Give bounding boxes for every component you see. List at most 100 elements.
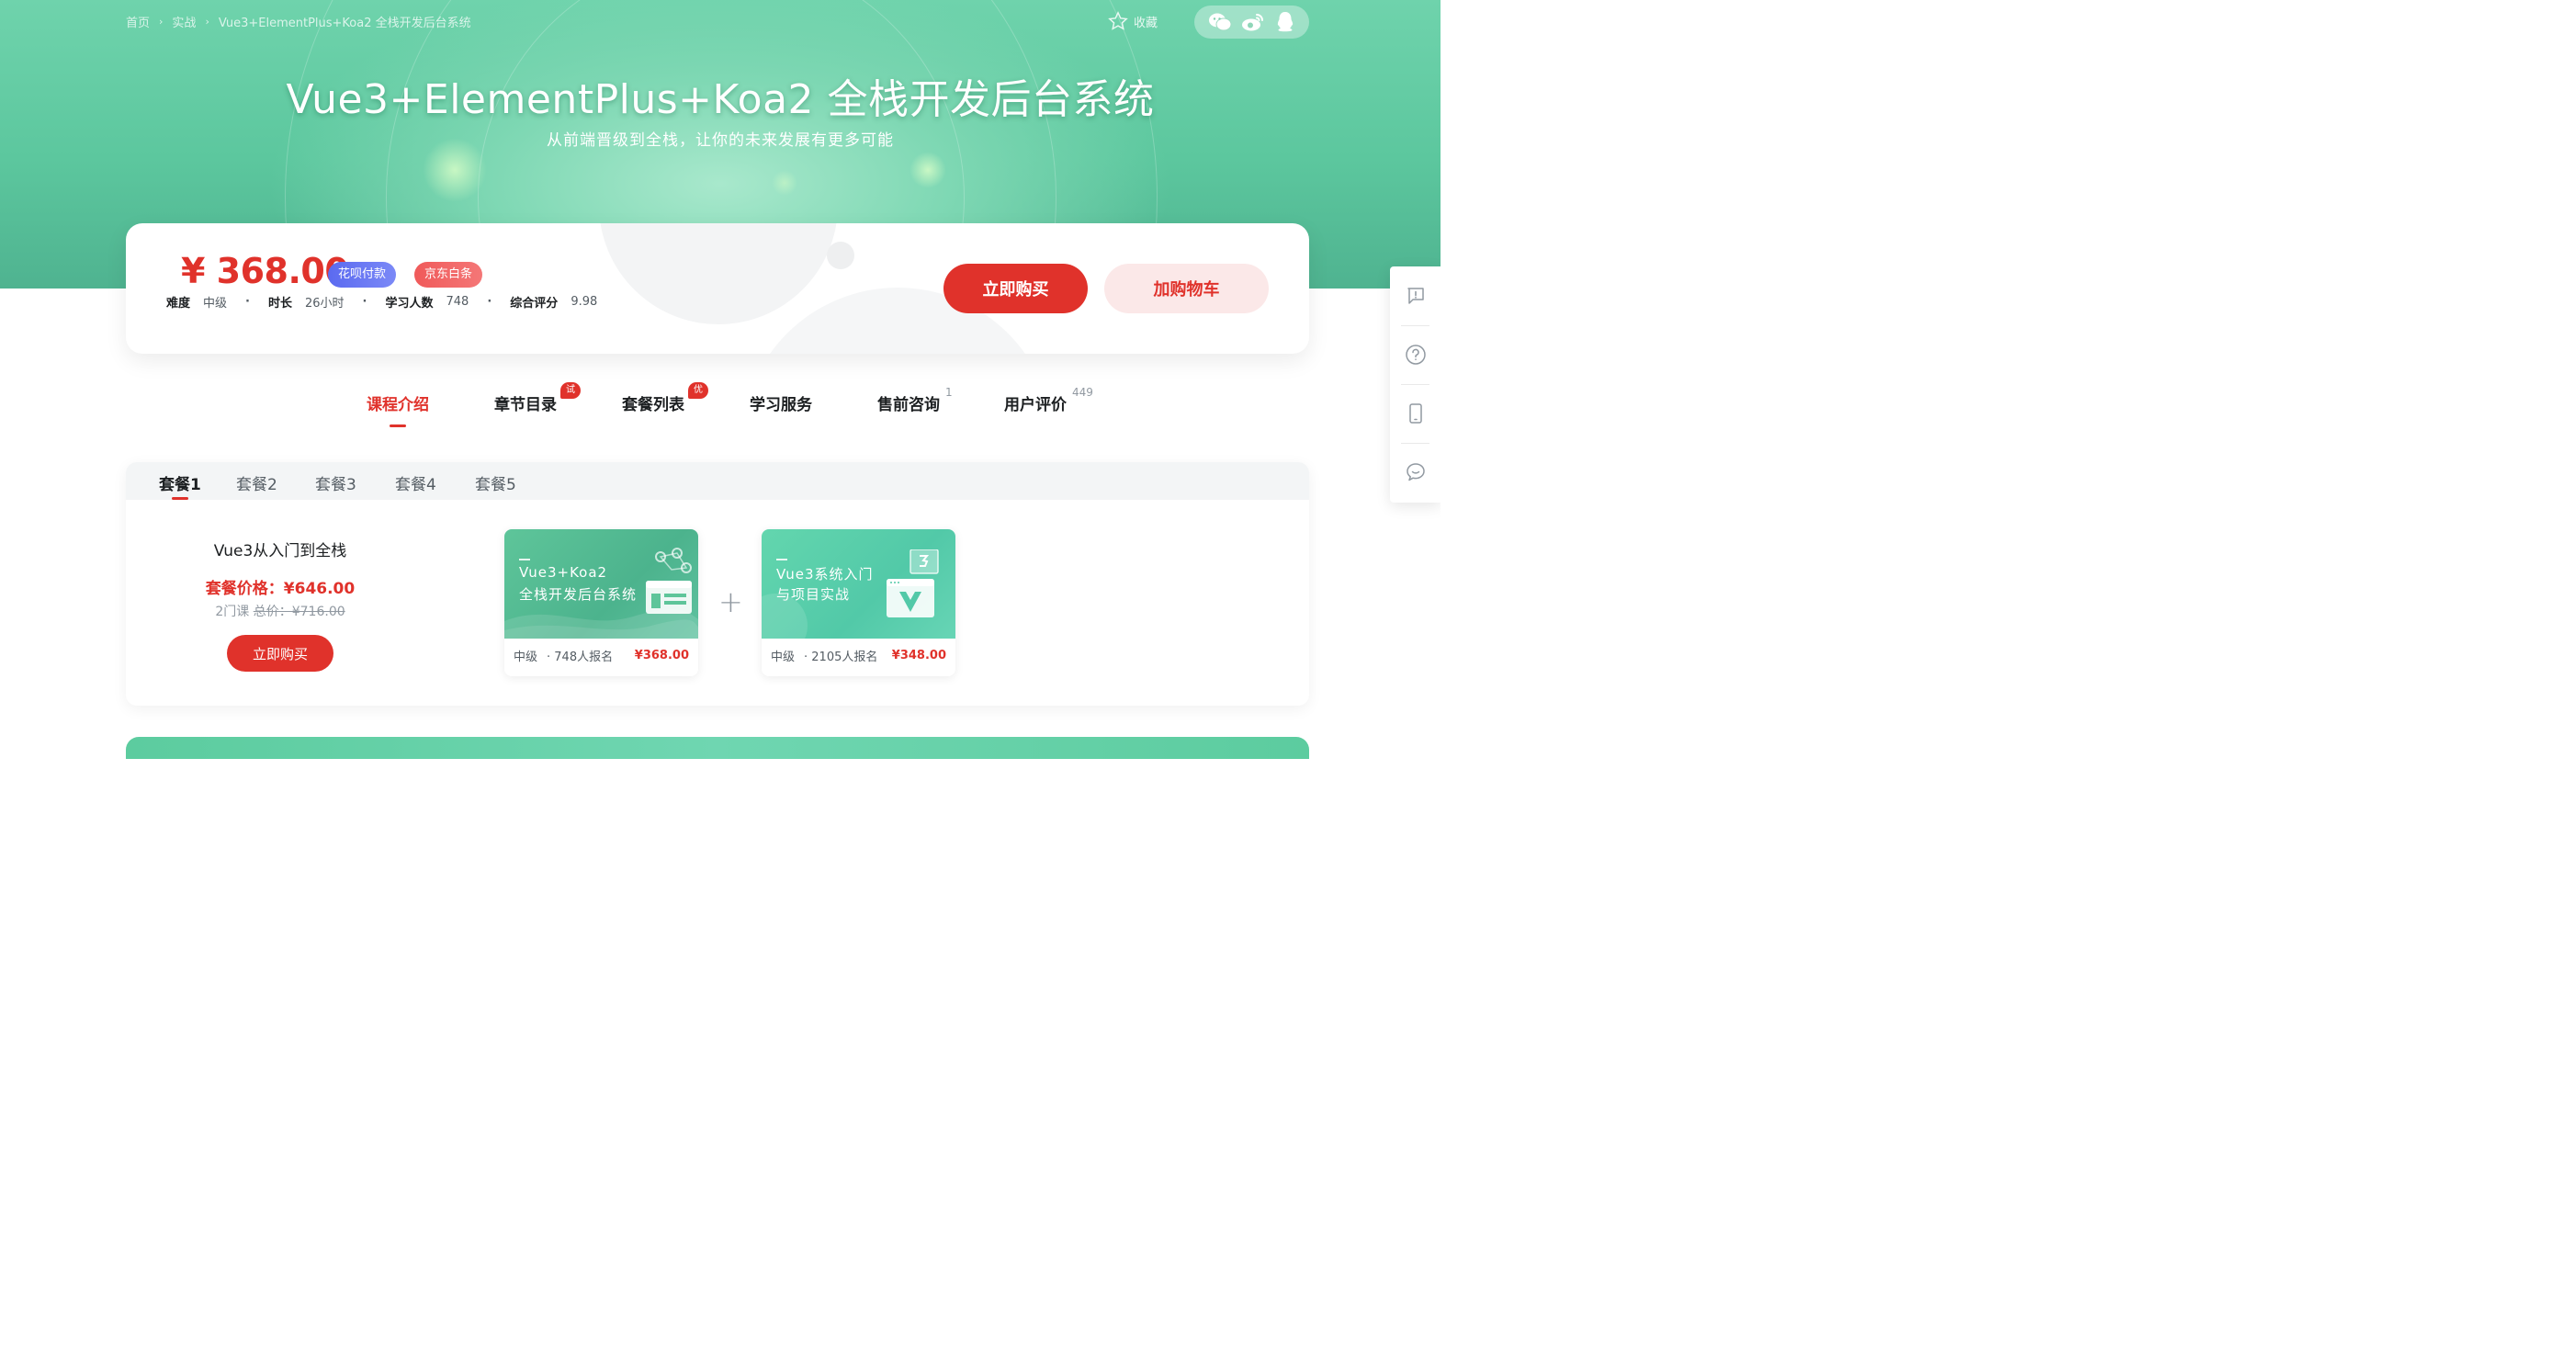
consult-count: 1 [945, 386, 953, 399]
course-cover: Vue3+Koa2 全栈开发后台系统 [504, 529, 698, 639]
course-title-line: 全栈开发后台系统 [519, 586, 638, 603]
package-tab-1[interactable]: 套餐1 [159, 471, 201, 500]
package-tab-4[interactable]: 套餐4 [395, 471, 436, 494]
chat-icon [1406, 463, 1425, 481]
tab-course-intro[interactable]: 课程介绍 [367, 391, 429, 427]
help-icon [1405, 345, 1426, 365]
feedback-icon [1407, 288, 1424, 304]
course-page: 首页 › 实战 › Vue3+ElementPlus+Koa2 全栈开发后台系统… [0, 0, 1441, 759]
add-to-cart-button[interactable]: 加购物车 [1104, 264, 1269, 313]
active-underline [171, 497, 188, 500]
jd-baitiao-badge: 京东白条 [414, 262, 483, 288]
tab-label: 课程介绍 [367, 396, 429, 414]
course-enrollment: · 748人报名 [547, 651, 614, 664]
title-dash [776, 559, 787, 560]
course-title-line: Vue3+Koa2 [519, 564, 608, 581]
package-tab-label: 套餐1 [159, 476, 201, 494]
wechat-icon[interactable] [1208, 12, 1232, 32]
breadcrumb: 首页 › 实战 › Vue3+ElementPlus+Koa2 全栈开发后台系统 [126, 13, 471, 30]
course-price: ¥ 368.00 [181, 251, 349, 291]
package-total: 2门课 总价：¥716.00 [126, 602, 435, 620]
feedback-button[interactable] [1390, 266, 1441, 325]
tab-label: 套餐列表 [622, 396, 684, 414]
course-cover: Vue3系统入门 与项目实战 [762, 529, 955, 639]
course-nav-tabs: 课程介绍 章节目录 试看 套餐列表 优惠 学习服务 售前咨询 1 用户评价 44… [0, 382, 1441, 432]
favorite-label: 收藏 [1134, 16, 1158, 30]
package-course-count: 2门课 [215, 605, 250, 619]
buy-now-button[interactable]: 立即购买 [943, 264, 1088, 313]
meta-label-duration: 时长 [267, 297, 292, 311]
meta-label-rating: 综合评分 [510, 297, 559, 311]
star-icon [1108, 11, 1128, 30]
meta-value-duration: 26小时 [305, 297, 345, 311]
weibo-icon[interactable] [1241, 12, 1265, 32]
qq-icon[interactable] [1275, 11, 1295, 33]
meta-label-learners: 学习人数 [385, 297, 434, 311]
plus-sign: + [718, 584, 743, 619]
course-title: Vue3+ElementPlus+Koa2 全栈开发后台系统 [286, 76, 1155, 123]
favorite-button[interactable]: 收藏 [1108, 11, 1158, 31]
dashboard-icon [646, 548, 692, 614]
side-toolbar [1390, 266, 1441, 503]
decor-circle [827, 242, 854, 269]
breadcrumb-home[interactable]: 首页 [126, 13, 150, 30]
meta-value-learners: 748 [446, 295, 469, 309]
tab-label: 章节目录 [494, 396, 557, 414]
course-meta: 难度 中级 · 时长 26小时 · 学习人数 748 · 综合评分 9.98 [166, 293, 616, 311]
share-bar [1194, 6, 1309, 39]
decor-glow [910, 152, 946, 188]
package-tab-2[interactable]: 套餐2 [236, 471, 277, 494]
title-dash [519, 559, 530, 560]
chat-button[interactable] [1390, 443, 1441, 502]
help-button[interactable] [1390, 325, 1441, 384]
tab-user-reviews[interactable]: 用户评价 449 [1004, 386, 1093, 414]
tab-learning-services[interactable]: 学习服务 [750, 391, 812, 414]
package-tabs: 套餐1 套餐2 套餐3 套餐4 套餐5 [126, 462, 1309, 500]
decor-circle [599, 223, 838, 324]
package-price: 套餐价格：¥646.00 [205, 580, 356, 598]
tab-packages[interactable]: 套餐列表 优惠 [622, 382, 708, 414]
meta-separator: · [362, 295, 367, 309]
vue-window-icon [887, 549, 939, 617]
course-subtitle: 从前端晋级到全栈，让你的未来发展有更多可能 [547, 131, 894, 150]
course-footer: 中级 · 2105人报名 ¥348.00 [771, 647, 946, 664]
active-underline [390, 424, 406, 427]
meta-separator: · [245, 295, 250, 309]
next-section-banner [126, 737, 1309, 759]
package-buy-button[interactable]: 立即购买 [227, 635, 333, 672]
package-course-card[interactable]: Vue3系统入门 与项目实战 中级 · 2105人报名 ¥348.00 [762, 529, 955, 676]
meta-value-rating: 9.98 [571, 295, 598, 309]
trial-tag: 试看 [560, 382, 581, 412]
meta-value-difficulty: 中级 [203, 297, 228, 311]
review-count: 449 [1072, 386, 1093, 399]
package-tab-3[interactable]: 套餐3 [315, 471, 356, 494]
package-panel: 套餐1 套餐2 套餐3 套餐4 套餐5 Vue3从入门到全栈 套餐价格：¥646… [126, 462, 1309, 706]
course-price: ¥348.00 [891, 649, 946, 662]
course-title-line: 与项目实战 [776, 586, 851, 603]
tab-presale-consult[interactable]: 售前咨询 1 [877, 386, 953, 414]
course-enrollment: · 2105人报名 [804, 651, 878, 664]
package-course-card[interactable]: Vue3+Koa2 全栈开发后台系统 中级 · 748人报名 ¥368.00 [504, 529, 698, 676]
breadcrumb-separator: › [159, 16, 164, 28]
tab-chapters[interactable]: 章节目录 试看 [494, 382, 581, 414]
meta-label-difficulty: 难度 [166, 297, 191, 311]
breadcrumb-category[interactable]: 实战 [172, 13, 196, 30]
price-card: ¥ 368.00 花呗付款 京东白条 难度 中级 · 时长 26小时 · 学习人… [126, 223, 1309, 354]
course-footer: 中级 · 748人报名 ¥368.00 [514, 647, 689, 664]
course-level: 中级 [771, 651, 796, 664]
course-title-line: Vue3系统入门 [776, 566, 874, 583]
tab-label: 售前咨询 [877, 396, 940, 414]
tab-label: 用户评价 [1004, 396, 1067, 414]
package-tab-5[interactable]: 套餐5 [475, 471, 516, 494]
breadcrumb-separator: › [205, 16, 209, 28]
package-name: Vue3从入门到全栈 [213, 542, 347, 560]
breadcrumb-current: Vue3+ElementPlus+Koa2 全栈开发后台系统 [218, 17, 471, 30]
decor-glow [772, 170, 797, 196]
discount-tag: 优惠 [688, 382, 708, 412]
tab-label: 学习服务 [750, 396, 812, 414]
meta-separator: · [487, 295, 492, 309]
course-price: ¥368.00 [634, 649, 689, 662]
package-original-total: 总价：¥716.00 [253, 605, 345, 619]
huabei-badge: 花呗付款 [328, 262, 397, 288]
course-level: 中级 [514, 651, 538, 664]
